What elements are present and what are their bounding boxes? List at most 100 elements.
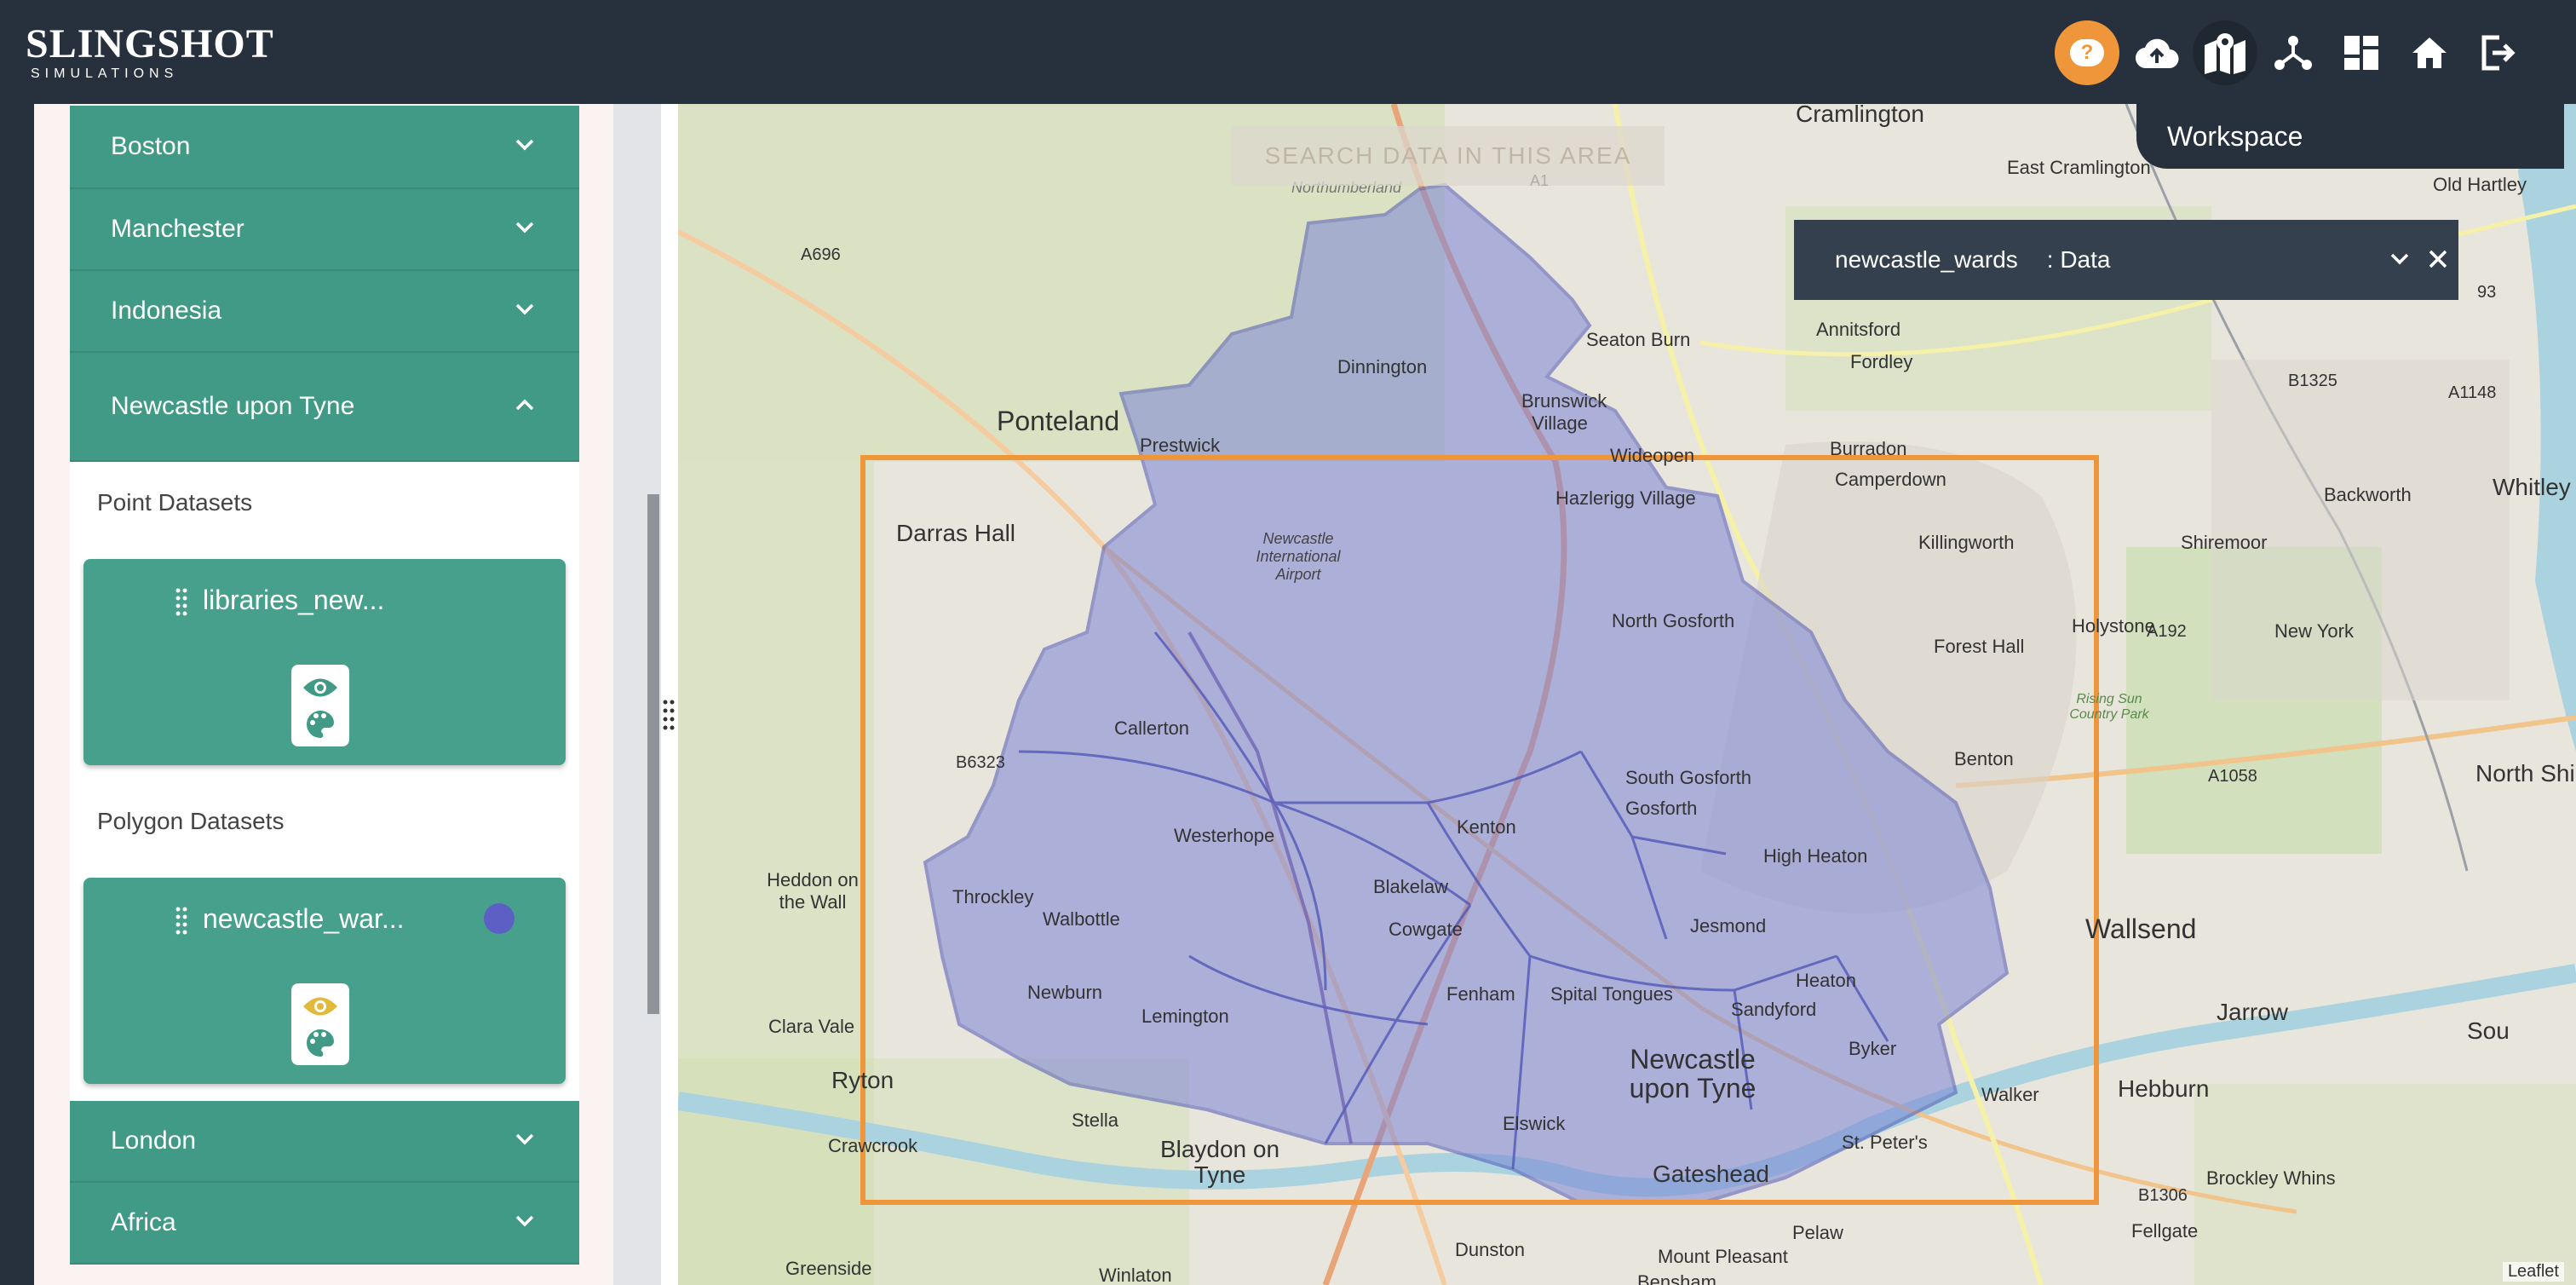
sidebar-scrollbar[interactable] (647, 494, 659, 1014)
accordion-london[interactable]: London (70, 1101, 579, 1183)
accordion-boston[interactable]: Boston (70, 106, 579, 189)
point-datasets-label: Point Datasets (97, 489, 253, 516)
map-label: B6323 (956, 753, 1005, 772)
search-area-button[interactable]: SEARCH DATA IN THIS AREA (1232, 126, 1665, 186)
chevron-down-icon (515, 1133, 534, 1145)
map-label: Walbottle (1043, 908, 1120, 930)
map-label: A192 (2147, 622, 2187, 641)
palette-icon[interactable] (305, 709, 336, 740)
map-label: Prestwick (1140, 435, 1221, 456)
map-label: Fenham (1446, 983, 1515, 1005)
dataset-name: libraries_new... (203, 585, 385, 615)
map-label: Whitley B (2493, 474, 2576, 500)
cloud-upload-icon[interactable] (2125, 20, 2189, 85)
dashboard-icon[interactable] (2329, 20, 2394, 85)
map-label: Fellgate (2131, 1220, 2199, 1242)
splitter-grip-icon[interactable] (663, 699, 675, 733)
chevron-down-icon (515, 139, 534, 151)
dataset-card-newcastle-wards[interactable]: newcastle_war... (83, 878, 566, 1084)
map-label: Blaydon on Tyne (1159, 1136, 1280, 1188)
map-label: Dunston (1455, 1239, 1525, 1260)
map-label: Clara Vale (768, 1016, 855, 1037)
map-label: Forest Hall (1934, 636, 2025, 657)
map-label: Cramlington (1796, 104, 1924, 127)
map-label: Old Hartley (2433, 174, 2527, 195)
data-panel-suffix: : Data (2046, 246, 2111, 273)
map-label: Camperdown (1835, 469, 1946, 490)
map-label: Spital Tongues (1550, 983, 1673, 1005)
map-label: Hebburn (2118, 1075, 2210, 1102)
logo-subtext: SIMULATIONS (31, 66, 179, 81)
data-panel-dataset: newcastle_wards (1835, 246, 2018, 273)
map-label: North Gosforth (1612, 610, 1735, 631)
map-label: East Cramlington (2007, 157, 2151, 178)
map-label: Darras Hall (896, 520, 1016, 546)
map-label: Burradon (1830, 438, 1907, 459)
map-label: Winlaton (1099, 1265, 1172, 1285)
chevron-down-icon (515, 1215, 534, 1227)
map-label: Rising Sun Country Park (2069, 692, 2149, 722)
map-label: New York (2274, 620, 2354, 642)
slingshot-logo[interactable]: SLINGSHOT SIMULATIONS (26, 24, 274, 82)
map-icon[interactable] (2193, 20, 2257, 85)
home-icon[interactable] (2397, 20, 2462, 85)
logout-icon[interactable] (2465, 20, 2530, 85)
accordion-label: Newcastle upon Tyne (111, 392, 355, 420)
map-label: A1058 (2208, 767, 2257, 786)
map-label: Sou (2467, 1017, 2510, 1044)
top-navbar: SLINGSHOT SIMULATIONS ? (0, 0, 2576, 104)
tooltip-text: Workspace (2167, 120, 2303, 152)
map-label: Blakelaw (1373, 876, 1449, 897)
chevron-down-icon (515, 222, 534, 233)
accordion-label: Indonesia (111, 297, 222, 325)
help-icon[interactable]: ? (2055, 20, 2119, 85)
chevron-down-icon[interactable] (2390, 252, 2409, 266)
leaflet-attribution[interactable]: Leaflet (2502, 1262, 2564, 1282)
drag-handle-icon[interactable] (175, 907, 187, 936)
map-label: Hazlerigg Village (1555, 487, 1696, 509)
map-label: Newburn (1027, 982, 1103, 1003)
attribution-text: Leaflet (2507, 1262, 2559, 1281)
accordion-manchester[interactable]: Manchester (70, 189, 579, 271)
accordion-label: Boston (111, 132, 191, 160)
map-label: Byker (1849, 1038, 1897, 1059)
layer-color-swatch[interactable] (484, 903, 515, 934)
palette-icon[interactable] (305, 1028, 336, 1058)
drag-handle-icon[interactable] (175, 588, 187, 617)
map-label: Annitsford (1816, 319, 1901, 340)
dataset-data-panel[interactable]: newcastle_wards : Data (1794, 220, 2458, 300)
workspace-tooltip: Workspace (2136, 104, 2564, 169)
map-label: Brockley Whins (2206, 1167, 2336, 1189)
eye-icon[interactable] (302, 994, 339, 1019)
map-label: Ryton (831, 1067, 894, 1093)
map-label: Backworth (2324, 484, 2412, 505)
map-label: Gateshead (1653, 1161, 1769, 1187)
close-icon[interactable] (2428, 249, 2448, 269)
map-label: Jarrow (2217, 999, 2289, 1025)
map-label: Westerhope (1174, 825, 1275, 846)
map-label: North Shie (2475, 760, 2576, 787)
accordion-label: Africa (111, 1208, 176, 1236)
accordion-newcastle[interactable]: Newcastle upon Tyne (70, 353, 579, 462)
accordion-indonesia[interactable]: Indonesia (70, 271, 579, 353)
panel-splitter[interactable] (661, 104, 678, 1285)
map-label: Greenside (785, 1258, 872, 1279)
map-label: Benton (1954, 748, 2014, 769)
network-icon[interactable] (2261, 20, 2326, 85)
map-label: Holystone (2072, 615, 2155, 637)
dataset-card-libraries[interactable]: libraries_new... (83, 559, 566, 765)
map-label: Jesmond (1690, 915, 1767, 936)
accordion-label: Manchester (111, 215, 244, 243)
map-label: Lemington (1141, 1006, 1229, 1027)
eye-icon[interactable] (302, 675, 339, 700)
accordion-africa[interactable]: Africa (70, 1183, 579, 1265)
map-label: St. Peter's (1842, 1132, 1928, 1153)
map-label: Mount Pleasant (1658, 1246, 1788, 1267)
dataset-name: newcastle_war... (203, 903, 405, 934)
map-label: Heddon on the Wall (767, 869, 859, 913)
dataset-controls (291, 983, 349, 1065)
map-label: Bensham (1637, 1271, 1716, 1285)
map-label: Fordley (1850, 351, 1913, 372)
map-label: Killingworth (1918, 532, 2015, 553)
map-label: Heaton (1796, 970, 1856, 991)
